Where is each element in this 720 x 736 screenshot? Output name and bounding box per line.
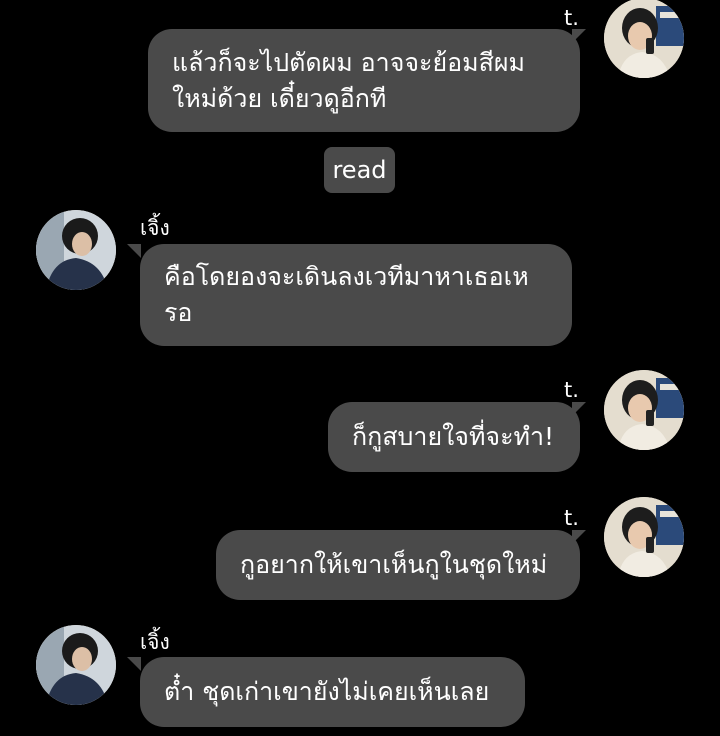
message-text: คือโดยองจะเดินลงเวทีมาหาเธอเห รอ: [164, 262, 529, 327]
sender-avatar-t[interactable]: [604, 497, 684, 577]
bubble-tail: [572, 530, 586, 544]
avatar-photo-icon: [604, 0, 684, 78]
sender-name-me: เจิ้ง: [140, 216, 170, 240]
avatar-photo-icon: [36, 625, 116, 705]
sender-name-t: t.: [564, 506, 579, 530]
sender-name-t: t.: [564, 378, 579, 402]
bubble-tail: [572, 29, 586, 43]
message-bubble-3[interactable]: ก็กูสบายใจที่จะทำ!: [328, 402, 580, 472]
avatar-photo-icon: [604, 370, 684, 450]
sender-avatar-t[interactable]: [604, 0, 684, 78]
read-receipt-badge: read: [324, 147, 395, 193]
sender-name-t: t.: [564, 6, 579, 30]
sender-avatar-me[interactable]: [36, 625, 116, 705]
bubble-tail: [127, 657, 141, 671]
message-bubble-1[interactable]: แล้วก็จะไปตัดผม อาจจะย้อมสีผม ใหม่ด้วย เ…: [148, 29, 580, 132]
message-bubble-4[interactable]: กูอยากให้เขาเห็นกูในชุดใหม่: [216, 530, 580, 600]
sender-avatar-t[interactable]: [604, 370, 684, 450]
sender-avatar-me[interactable]: [36, 210, 116, 290]
message-bubble-2[interactable]: คือโดยองจะเดินลงเวทีมาหาเธอเห รอ: [140, 244, 572, 346]
avatar-photo-icon: [604, 497, 684, 577]
bubble-tail: [572, 402, 586, 416]
message-text: แล้วก็จะไปตัดผม อาจจะย้อมสีผม ใหม่ด้วย เ…: [172, 47, 525, 113]
bubble-tail: [127, 244, 141, 258]
avatar-photo-icon: [36, 210, 116, 290]
sender-name-me: เจิ้ง: [140, 630, 170, 654]
message-bubble-5[interactable]: ต๋ำ ชุดเก่าเขายังไม่เคยเห็นเลย: [140, 657, 525, 727]
message-text: กูอยากให้เขาเห็นกูในชุดใหม่: [240, 550, 548, 579]
message-text: ก็กูสบายใจที่จะทำ!: [352, 422, 555, 451]
message-text: ต๋ำ ชุดเก่าเขายังไม่เคยเห็นเลย: [164, 677, 490, 706]
